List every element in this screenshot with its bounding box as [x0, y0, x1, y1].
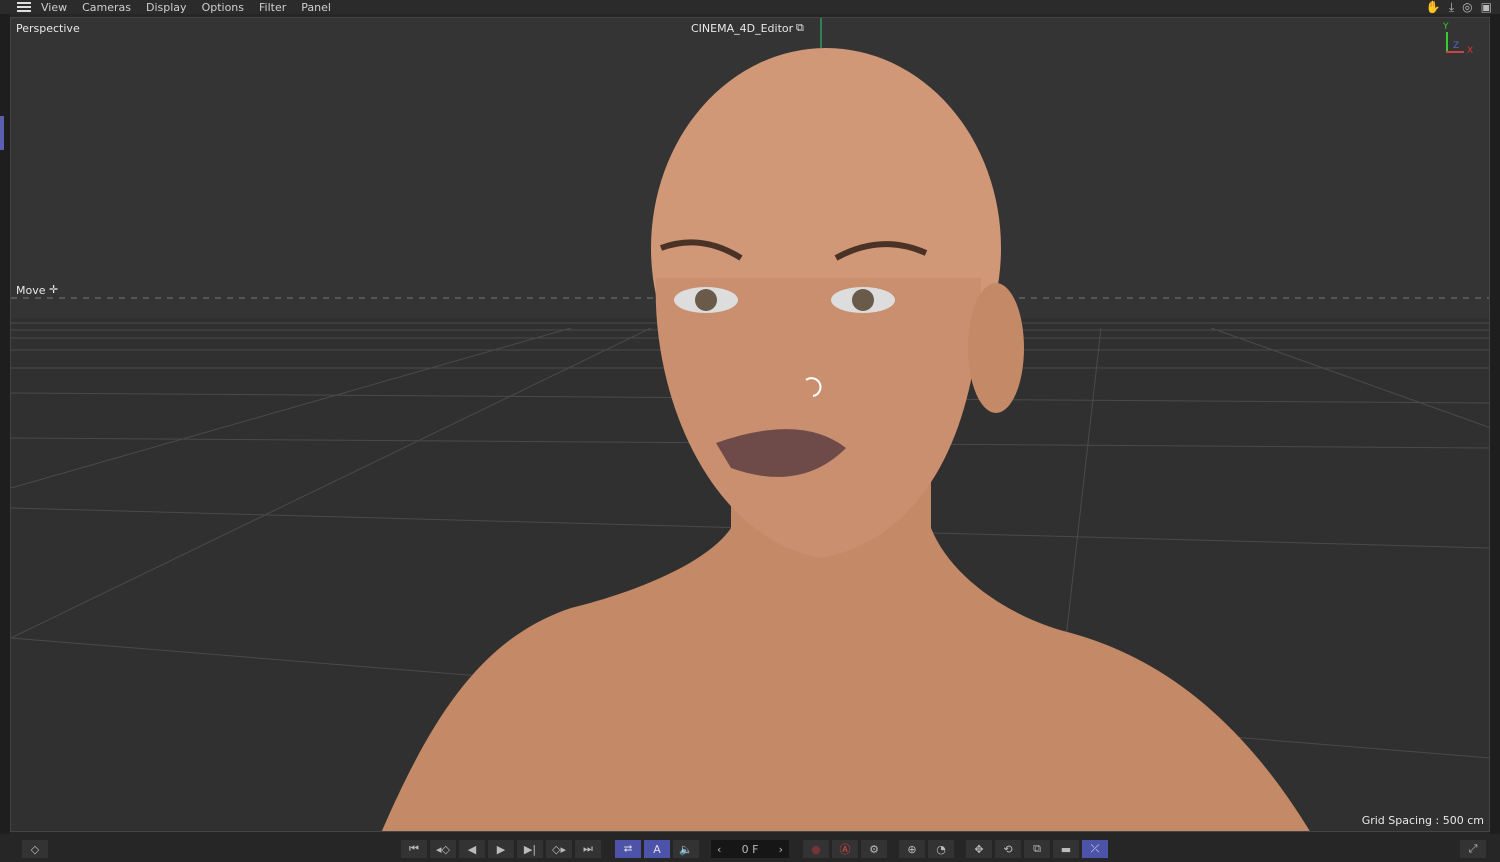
previous-frame-button[interactable]: ◀ [459, 840, 485, 858]
move-cross-icon: ✛ [49, 283, 58, 296]
rotate-view-icon[interactable]: ◎ [1462, 0, 1472, 15]
viewport-menubar: View Cameras Display Options Filter Pane… [0, 0, 1500, 14]
next-key-button[interactable]: ◇▸ [546, 840, 572, 858]
sound-icon[interactable]: 🔈 [673, 840, 699, 858]
frame-decrement[interactable]: ‹ [717, 843, 721, 856]
autokey-icon[interactable]: Ⓐ [832, 840, 858, 858]
loop-button[interactable]: ⮂ [615, 840, 641, 858]
3d-viewport[interactable]: Perspective CINEMA_4D_Editor ⧉ Move ✛ Gr… [10, 17, 1490, 832]
camera-label[interactable]: Perspective [16, 22, 80, 35]
menu-cameras[interactable]: Cameras [82, 1, 131, 14]
menu-options[interactable]: Options [202, 1, 244, 14]
frame-increment[interactable]: › [779, 843, 783, 856]
go-to-start-button[interactable]: ⏮ [401, 840, 427, 858]
axis-y-label: Y [1443, 22, 1449, 32]
timeline-toolbar: ◇ ⏮ ◂◇ ◀ ▶ ▶| ◇▸ ⏭ ⮂ A 🔈 ‹ 0 F › ● Ⓐ ⚙ ⊕ ◔… [0, 836, 1500, 862]
scale-key-icon[interactable]: ⟲ [995, 840, 1021, 858]
rotation-key-icon[interactable]: ◔ [928, 840, 954, 858]
param-key-icon[interactable]: ⧉ [1024, 840, 1050, 858]
axis-z-label: Z [1453, 41, 1459, 51]
expand-timeline-icon[interactable]: ⤢ [1460, 840, 1486, 858]
interpolation-icon[interactable]: ⤫ [1082, 840, 1108, 858]
viewport-scene [11, 18, 1490, 832]
camera-name[interactable]: CINEMA_4D_Editor [691, 22, 793, 35]
dolly-arrow-icon[interactable]: ⤓ [1449, 0, 1454, 15]
go-to-end-button[interactable]: ⏭ [575, 840, 601, 858]
camera-lock-icon[interactable]: ⧉ [796, 21, 804, 35]
point-level-icon[interactable]: ▬ [1053, 840, 1079, 858]
record-icon[interactable]: ● [803, 840, 829, 858]
tool-label: Move [16, 284, 46, 297]
current-frame[interactable]: 0 F [742, 843, 759, 856]
menu-display[interactable]: Display [146, 1, 187, 14]
position-key-icon[interactable]: ✥ [966, 840, 992, 858]
hamburger-menu-icon[interactable] [17, 2, 31, 12]
next-frame-button[interactable]: ▶| [517, 840, 543, 858]
menu-panel[interactable]: Panel [301, 1, 331, 14]
menu-view[interactable]: View [41, 1, 67, 14]
pan-hand-icon[interactable]: ✋ [1426, 0, 1441, 15]
active-tab-indicator [0, 116, 4, 150]
maximize-view-icon[interactable]: ▣ [1481, 0, 1492, 15]
keyframe-diamond-icon[interactable]: ◇ [22, 840, 48, 858]
left-toolbar-strip [0, 14, 10, 834]
play-button[interactable]: ▶ [488, 840, 514, 858]
grid-spacing-readout: Grid Spacing : 500 cm [1362, 814, 1484, 827]
menu-filter[interactable]: Filter [259, 1, 286, 14]
auto-key-mode-button[interactable]: A [644, 840, 670, 858]
lock-key-icon[interactable]: ⊕ [899, 840, 925, 858]
keyframe-settings-icon[interactable]: ⚙ [861, 840, 887, 858]
axis-gizmo: Y Z X [1443, 22, 1473, 58]
frame-field[interactable]: ‹ 0 F › [711, 840, 789, 858]
previous-key-button[interactable]: ◂◇ [430, 840, 456, 858]
right-toolbar-strip [1490, 14, 1500, 834]
axis-x-label: X [1467, 46, 1473, 56]
